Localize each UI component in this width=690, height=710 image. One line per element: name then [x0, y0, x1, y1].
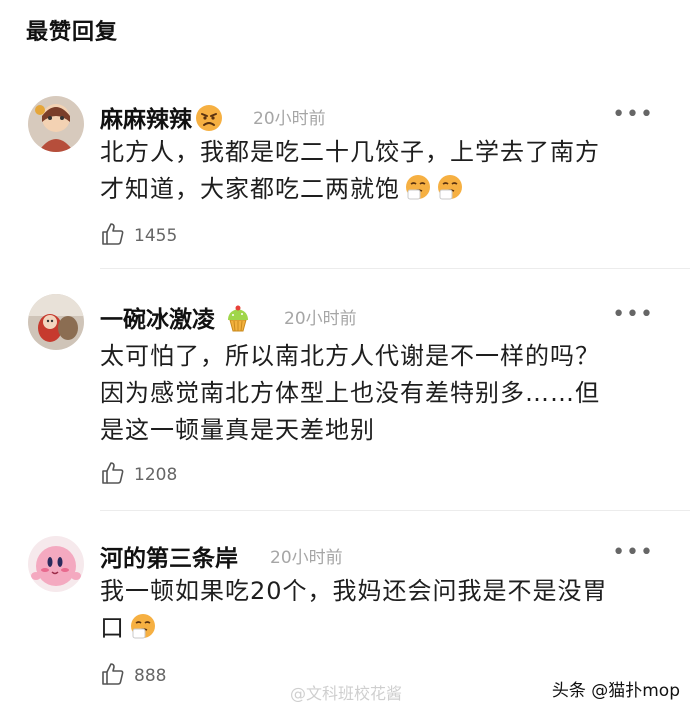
comment-line-text: 口: [100, 614, 125, 642]
author-name[interactable]: 河的第三条岸: [100, 539, 238, 573]
divider: [100, 510, 690, 511]
avatar[interactable]: [28, 294, 84, 350]
comment-text: 我一顿如果吃20个，我妈还会问我是不是没胃 口: [100, 573, 660, 647]
comment-line: 我一顿如果吃20个，我妈还会问我是不是没胃: [100, 577, 608, 605]
divider: [100, 268, 690, 269]
comment-line: 太可怕了，所以南北方人代谢是不一样的吗？: [100, 342, 600, 370]
watermark: @文科班校花酱: [290, 684, 403, 703]
comment-line: 是这一顿量真是天差地别: [100, 416, 375, 444]
comment-line: 才知道，大家都吃二两就饱: [100, 171, 660, 208]
comment-time: 20小时前: [270, 548, 343, 568]
more-options-icon[interactable]: •••: [612, 304, 654, 326]
comment-time: 20小时前: [253, 109, 326, 129]
source-tag: 头条 @猫扑mop: [551, 681, 680, 701]
avatar[interactable]: [28, 536, 84, 592]
comment-line-text: 才知道，大家都吃二两就饱: [100, 175, 400, 203]
thumbs-up-icon: [100, 460, 126, 490]
like-button[interactable]: 1208: [100, 460, 177, 490]
cupcake-icon: [223, 303, 253, 333]
more-options-icon[interactable]: •••: [612, 104, 654, 126]
author-name-text: 河的第三条岸: [100, 546, 238, 572]
author-name[interactable]: 一碗冰激凌: [100, 300, 253, 334]
section-title: 最赞回复: [26, 20, 119, 45]
like-button[interactable]: 1455: [100, 221, 177, 251]
like-count: 1455: [134, 226, 178, 246]
author-name-text: 麻麻辣辣: [100, 107, 192, 133]
more-options-icon[interactable]: •••: [612, 542, 654, 564]
author-name[interactable]: 麻麻辣辣: [100, 100, 224, 134]
sneezing-face-icon: [404, 173, 432, 201]
comment-line: 因为感觉南北方体型上也没有差特别多……但: [100, 379, 600, 407]
like-button[interactable]: 888: [100, 661, 166, 691]
comment-text: 太可怕了，所以南北方人代谢是不一样的吗？ 因为感觉南北方体型上也没有差特别多………: [100, 338, 660, 449]
angry-face-icon: [194, 103, 224, 133]
comment-text: 北方人，我都是吃二十几饺子，上学去了南方 才知道，大家都吃二两就饱: [100, 134, 660, 208]
comment-line: 口: [100, 610, 660, 647]
like-count: 888: [134, 666, 167, 686]
author-name-text: 一碗冰激凌: [100, 307, 215, 333]
comment-line: 北方人，我都是吃二十几饺子，上学去了南方: [100, 138, 600, 166]
like-count: 1208: [134, 465, 178, 485]
sneezing-face-icon: [129, 612, 157, 640]
thumbs-up-icon: [100, 661, 126, 691]
comment-time: 20小时前: [284, 309, 357, 329]
avatar[interactable]: [28, 96, 84, 152]
sneezing-face-icon: [436, 173, 464, 201]
thumbs-up-icon: [100, 221, 126, 251]
